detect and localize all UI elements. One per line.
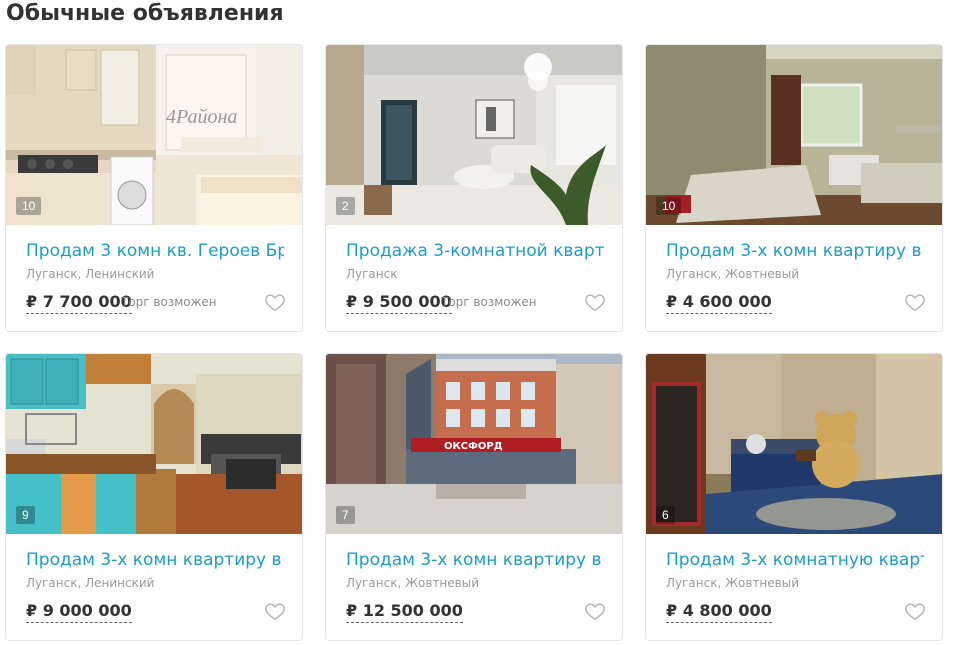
listing-title-link[interactable]: Продам 3 комн кв. Героев Брестской xyxy=(26,239,284,263)
listing-location: Луганск xyxy=(346,267,398,281)
listing-photo[interactable]: 4Района 10 xyxy=(6,45,302,225)
listing-price[interactable]: ₽ 9 500 000 xyxy=(346,292,452,314)
listing-location: Луганск, Жовтневый xyxy=(346,576,480,590)
listings-grid: 4Района 10 Продам 3 комн кв. Героев Брес… xyxy=(0,0,954,646)
heart-outline-icon[interactable] xyxy=(584,600,606,622)
bargain-label: Торг возможен xyxy=(441,295,537,309)
listing-price[interactable]: ₽ 9 000 000 xyxy=(26,601,132,623)
heart-outline-icon[interactable] xyxy=(904,600,926,622)
listing-title-link[interactable]: Продам 3-х комн квартиру в городе xyxy=(666,239,924,263)
photo-count-badge: 10 xyxy=(656,197,682,215)
listing-card[interactable]: 9 Продам 3-х комн квартиру в городе Луга… xyxy=(5,353,303,641)
listing-card[interactable]: 2 Продажа 3-комнатной квартиры Луганск ₽… xyxy=(325,44,623,332)
listing-photo[interactable]: 6 xyxy=(646,354,942,534)
heart-outline-icon[interactable] xyxy=(904,291,926,313)
listing-location: Луганск, Жовтневый xyxy=(666,576,800,590)
listing-price[interactable]: ₽ 12 500 000 xyxy=(346,601,463,623)
watermark-text: 4Района xyxy=(166,106,237,128)
listing-location: Луганск, Жовтневый xyxy=(666,267,800,281)
listing-title-link[interactable]: Продажа 3-комнатной квартиры xyxy=(346,239,604,263)
building-sign-text: ОКСФОРД xyxy=(444,441,503,452)
listing-photo[interactable]: 9 xyxy=(6,354,302,534)
bargain-label: Торг возможен xyxy=(121,295,217,309)
photo-count-badge: 6 xyxy=(656,506,675,524)
listing-location: Луганск, Ленинский xyxy=(26,267,155,281)
heart-outline-icon[interactable] xyxy=(264,291,286,313)
listing-photo[interactable]: 10 xyxy=(646,45,942,225)
listing-card[interactable]: 6 Продам 3-х комнатную квартиру Луганск,… xyxy=(645,353,943,641)
listing-title-link[interactable]: Продам 3-х комн квартиру в городе xyxy=(346,548,604,572)
photo-count-badge: 7 xyxy=(336,506,355,524)
listing-title-link[interactable]: Продам 3-х комн квартиру в городе xyxy=(26,548,284,572)
listing-price[interactable]: ₽ 4 800 000 xyxy=(666,601,772,623)
listing-price[interactable]: ₽ 7 700 000 xyxy=(26,292,132,314)
listing-price[interactable]: ₽ 4 600 000 xyxy=(666,292,772,314)
listing-card[interactable]: 4Района 10 Продам 3 комн кв. Героев Брес… xyxy=(5,44,303,332)
photo-count-badge: 9 xyxy=(16,506,35,524)
listing-photo[interactable]: ОКСФОРД 7 xyxy=(326,354,622,534)
listing-title-link[interactable]: Продам 3-х комнатную квартиру xyxy=(666,548,924,572)
photo-count-badge: 10 xyxy=(16,197,42,215)
heart-outline-icon[interactable] xyxy=(584,291,606,313)
listing-photo[interactable]: 2 xyxy=(326,45,622,225)
photo-count-badge: 2 xyxy=(336,197,355,215)
listing-card[interactable]: ОКСФОРД 7 Продам 3-х комн квартиру в гор… xyxy=(325,353,623,641)
listing-location: Луганск, Ленинский xyxy=(26,576,155,590)
heart-outline-icon[interactable] xyxy=(264,600,286,622)
listing-card[interactable]: 10 Продам 3-х комн квартиру в городе Луг… xyxy=(645,44,943,332)
